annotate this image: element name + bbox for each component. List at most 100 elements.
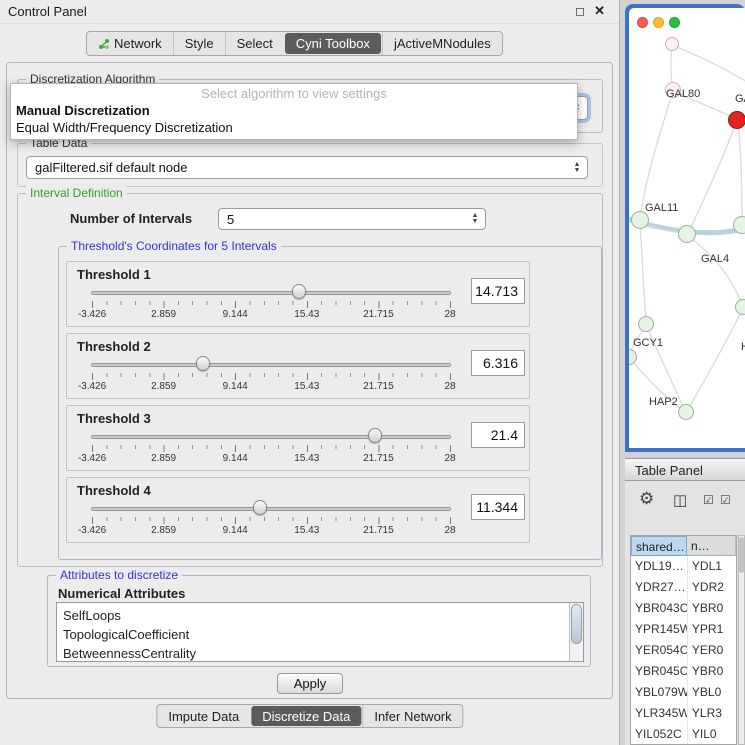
slider-thumb[interactable] [253, 500, 267, 515]
slider-track[interactable] [91, 507, 451, 511]
algorithm-placeholder-option[interactable]: Select algorithm to view settings [11, 86, 577, 102]
attribute-item[interactable]: BetweennessCentrality [63, 644, 569, 661]
table-row[interactable]: YDL19…YDL1 [631, 556, 736, 577]
select-none-checkbox-icon[interactable]: ☑ [720, 493, 731, 507]
table-row[interactable]: YER054CYER0 [631, 640, 736, 661]
tab-network[interactable]: Network [87, 32, 173, 55]
column-header-1[interactable]: shared… [631, 536, 687, 556]
table-panel-title: Table Panel [635, 463, 703, 478]
table-row[interactable]: YBR043CYBR0 [631, 598, 736, 619]
threshold-4-value[interactable]: 11.344 [471, 494, 525, 520]
network-view-window[interactable]: GAL80GAGAL11GAL4GCY1HHAP2 [625, 4, 745, 452]
slider-tick-label: 21.715 [363, 309, 394, 320]
table-row[interactable]: YLR345WYLR3 [631, 703, 736, 724]
thresholds-section: Threshold's Coordinates for 5 Intervals … [58, 246, 602, 560]
slider-thumb[interactable] [196, 356, 210, 371]
network-canvas[interactable]: GAL80GAGAL11GAL4GCY1HHAP2 [629, 8, 745, 448]
close-traffic-light-icon[interactable] [637, 17, 648, 28]
node-table: shared…n… YDL19…YDL1YDR27…YDR2YBR043CYBR… [630, 535, 737, 745]
table-row[interactable]: YPR145WYPR1 [631, 619, 736, 640]
threshold-3-slider[interactable]: -3.4262.8599.14415.4321.71528 [83, 426, 459, 470]
table-data-combo[interactable]: galFiltered.sif default node ▲▼ [26, 156, 588, 179]
tab-cyni-toolbox[interactable]: Cyni Toolbox [285, 33, 381, 54]
table-panel-header: Table Panel [625, 458, 745, 481]
table-cell: YIL0 [687, 724, 736, 745]
tab-impute-data[interactable]: Impute Data [157, 705, 250, 727]
threshold-3-value[interactable]: 21.4 [471, 422, 525, 448]
apply-button[interactable]: Apply [277, 673, 343, 694]
combo-stepper-icon[interactable]: ▲▼ [469, 213, 481, 225]
interval-definition-title: Interval Definition [26, 186, 127, 200]
table-row[interactable]: YBR045CYBR0 [631, 661, 736, 682]
network-node[interactable] [638, 316, 654, 332]
tab-discretize-data[interactable]: Discretize Data [251, 706, 361, 726]
slider-tick-label: 15.43 [294, 525, 319, 536]
bottom-tabs: Impute DataDiscretize DataInfer Network [156, 704, 463, 728]
option-equal-width-frequency[interactable]: Equal Width/Frequency Discretization [11, 119, 577, 136]
slider-thumb[interactable] [368, 428, 382, 443]
tab-style[interactable]: Style [173, 32, 225, 55]
threshold-2-slider[interactable]: -3.4262.8599.14415.4321.71528 [83, 354, 459, 398]
table-row[interactable]: YIL052CYIL0 [631, 724, 736, 745]
show-columns-icon[interactable]: ◫ [673, 491, 687, 509]
slider-tick-label: -3.426 [78, 525, 106, 536]
numerical-attributes-list[interactable]: SelfLoopsTopologicalCoefficientBetweenne… [56, 602, 584, 662]
network-node-label: GAL80 [666, 88, 700, 100]
slider-track[interactable] [91, 363, 451, 367]
column-header-2[interactable]: n… [687, 536, 736, 556]
network-node[interactable] [678, 404, 694, 420]
number-of-intervals-combo[interactable]: 5 ▲▼ [218, 208, 486, 230]
slider-tick-label: 21.715 [363, 525, 394, 536]
tab-jactivemnodules[interactable]: jActiveMNodules [382, 32, 502, 55]
zoom-traffic-light-icon[interactable] [669, 17, 680, 28]
option-manual-discretization[interactable]: Manual Discretization [11, 102, 577, 119]
slider-track[interactable] [91, 435, 451, 439]
network-node[interactable] [678, 225, 696, 243]
threshold-1-slider[interactable]: -3.4262.8599.14415.4321.71528 [83, 282, 459, 326]
slider-tick-label: -3.426 [78, 309, 106, 320]
table-row[interactable]: YBL079WYBL0 [631, 682, 736, 703]
attribute-item[interactable]: SelfLoops [63, 606, 569, 625]
slider-tick-label: 2.859 [151, 525, 176, 536]
slider-tick-labels: -3.4262.8599.14415.4321.71528 [92, 309, 450, 321]
attribute-item[interactable]: TopologicalCoefficient [63, 625, 569, 644]
network-canvas-area[interactable]: GAL80GAGAL11GAL4GCY1HHAP2 [629, 8, 745, 448]
slider-tick-labels: -3.4262.8599.14415.4321.71528 [92, 525, 450, 537]
slider-tick-labels: -3.4262.8599.14415.4321.71528 [92, 453, 450, 465]
slider-track[interactable] [91, 291, 451, 295]
threshold-2-group: Threshold 2 -3.4262.8599.14415.4321.7152… [66, 333, 530, 399]
settings-gear-icon[interactable]: ⚙ [639, 489, 654, 509]
slider-thumb[interactable] [292, 284, 306, 299]
threshold-3-group: Threshold 3 -3.4262.8599.14415.4321.7152… [66, 405, 530, 471]
slider-tick-label: 15.43 [294, 453, 319, 464]
tab-select[interactable]: Select [225, 32, 284, 55]
slider-tick-label: 2.859 [151, 453, 176, 464]
attributes-scrollbar[interactable] [569, 603, 583, 661]
network-node-label: GCY1 [633, 337, 663, 349]
table-row[interactable]: YDR27…YDR2 [631, 577, 736, 598]
table-cell: YBR0 [687, 661, 736, 682]
threshold-1-value[interactable]: 14.713 [471, 278, 525, 304]
threshold-2-value[interactable]: 6.316 [471, 350, 525, 376]
network-node[interactable] [665, 37, 679, 51]
tab-infer-network[interactable]: Infer Network [362, 705, 462, 727]
right-panel: GAL80GAGAL11GAL4GCY1HHAP2 Table Panel ⚙ … [621, 0, 745, 745]
scrollbar-thumb[interactable] [571, 604, 582, 644]
slider-tick-label: 15.43 [294, 309, 319, 320]
network-node[interactable] [733, 216, 745, 234]
network-node[interactable] [728, 111, 745, 129]
select-all-checkbox-icon[interactable]: ☑ [703, 493, 714, 507]
slider-tick-label: 9.144 [223, 381, 248, 392]
table-scrollbar[interactable] [738, 535, 745, 745]
threshold-4-slider[interactable]: -3.4262.8599.14415.4321.71528 [83, 498, 459, 542]
network-node[interactable] [735, 299, 745, 315]
table-cell: YBR0 [687, 598, 736, 619]
combo-stepper-icon[interactable]: ▲▼ [571, 162, 583, 174]
minimize-traffic-light-icon[interactable] [653, 17, 664, 28]
slider-tick-label: 15.43 [294, 381, 319, 392]
close-window-icon[interactable]: ✕ [594, 3, 605, 19]
slider-major-ticks [92, 373, 451, 380]
float-window-icon[interactable]: ◻ [575, 4, 585, 18]
scrollbar-thumb[interactable] [739, 537, 744, 573]
table-cell: YER0 [687, 640, 736, 661]
